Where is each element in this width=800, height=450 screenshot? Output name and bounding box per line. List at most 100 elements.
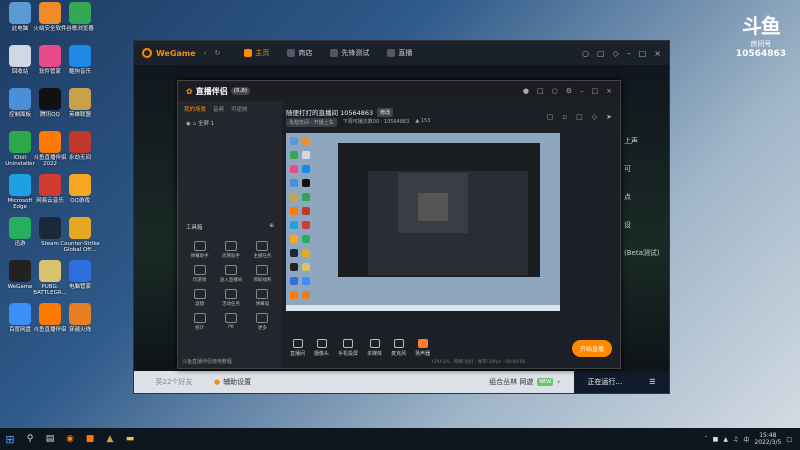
toolbox-item[interactable]: 玩游戏	[184, 265, 215, 283]
toolbox-item[interactable]: 滤镜	[184, 289, 215, 307]
tutorial-link[interactable]: 斗鱼直播伴侣使用教程	[182, 358, 232, 365]
douyu-room-badge: 斗鱼 房间号 10564863	[736, 10, 786, 59]
baidu-netdisk-icon	[9, 303, 31, 325]
desktop-shortcut[interactable]: 电脑管家	[60, 260, 100, 290]
assist-settings-button[interactable]: ● 辅助设置	[214, 377, 251, 387]
desktop-shortcut[interactable]: 谷歌浏览器	[60, 2, 100, 32]
toolbox-item[interactable]: 房管助手	[215, 241, 246, 259]
desktop-shortcut[interactable]: 酷狗音乐	[60, 45, 100, 75]
tab-effects[interactable]: 可逆效	[231, 105, 248, 113]
notification-icon[interactable]: □	[786, 436, 792, 443]
volume-icon[interactable]: ♫	[733, 436, 738, 443]
maximize-icon[interactable]: □	[592, 87, 599, 95]
menu-icon[interactable]: ☰	[649, 378, 655, 386]
toolbox-item[interactable]: 更多	[247, 313, 278, 331]
filter-icon	[193, 289, 206, 299]
stream-preview[interactable]	[286, 133, 560, 311]
recycle-bin-icon	[9, 45, 31, 67]
share-icon[interactable]: ➤	[606, 113, 612, 121]
shield-icon[interactable]: ○	[582, 49, 589, 58]
toolbox-item[interactable]: 弹幕墙	[247, 289, 278, 307]
maximize-icon[interactable]: □	[639, 49, 647, 58]
skin-icon[interactable]: ○	[552, 87, 558, 95]
douyu-taskbar-icon[interactable]: ■	[80, 428, 100, 450]
toolbox-item[interactable]: 活动任务	[215, 289, 246, 307]
go-live-button[interactable]: 开始直播	[571, 339, 612, 357]
camera-icon	[316, 339, 327, 348]
desktop-shortcut[interactable]: 穿越火线	[60, 303, 100, 333]
lock-icon[interactable]: ▫	[193, 121, 197, 127]
lock-icon[interactable]: ▫	[562, 113, 567, 121]
preview-steam-icon	[290, 249, 298, 257]
hotness: ▲ 153	[415, 118, 430, 127]
tab-scenes[interactable]: 我的场景	[184, 105, 206, 113]
control-button[interactable]: 直播间	[290, 339, 305, 357]
wegame-side-text: 上声 可 点 设 (Beta测试)	[624, 136, 660, 276]
control-button[interactable]: 麦克风	[391, 339, 406, 357]
close-icon[interactable]: ×	[606, 87, 612, 95]
eye-icon[interactable]: ◉	[186, 121, 191, 127]
tab-live[interactable]: 直播	[381, 45, 418, 61]
gift-icon[interactable]: ▢	[597, 49, 605, 58]
message-icon[interactable]: □	[537, 87, 544, 95]
netease-music-icon	[39, 174, 61, 196]
toolbox-expand-icon[interactable]: ⊕	[269, 223, 274, 231]
category-selector[interactable]: 永劫无间 · 开播上车	[286, 118, 337, 127]
control-button-label: 手机投屏	[338, 351, 359, 357]
control-button[interactable]: 多媒体	[367, 339, 382, 357]
toolbox-item[interactable]: 弹幕助手	[184, 241, 215, 259]
task-view-icon[interactable]: ▤	[40, 428, 60, 450]
minimize-icon[interactable]: –	[627, 49, 631, 58]
search-icon[interactable]: ⚲	[20, 428, 40, 450]
desktop-shortcut[interactable]: QQ游戏	[60, 174, 100, 204]
tab-audio[interactable]: 音频	[213, 105, 224, 113]
avatar[interactable]: ●	[523, 87, 529, 95]
qq-game-icon	[69, 174, 91, 196]
minimize-icon[interactable]: –	[580, 87, 584, 95]
toolbox-item[interactable]: 领取福利	[247, 265, 278, 283]
desktop-shortcut[interactable]: Counter-Strike Global Off...	[60, 217, 100, 253]
bell-icon[interactable]: ◇	[592, 113, 597, 121]
wegame-taskbar-icon[interactable]: ◉	[60, 428, 80, 450]
close-icon[interactable]: ×	[654, 49, 661, 58]
control-button[interactable]: 扬声器	[415, 339, 430, 357]
preview-shield-fire-icon	[302, 137, 310, 145]
desktop-shortcut[interactable]: 英雄联盟	[60, 88, 100, 118]
ime-icon[interactable]: 中	[743, 435, 749, 444]
qq-icon	[39, 88, 61, 110]
fullscreen-icon[interactable]: □	[576, 113, 583, 121]
toolbox-item[interactable]: 主播任务	[247, 241, 278, 259]
current-game[interactable]: 组合丛林 网遊 NEW ›	[489, 377, 560, 387]
explorer-taskbar-icon[interactable]: ▬	[120, 428, 140, 450]
tab-home[interactable]: 主页	[238, 45, 275, 61]
start-icon[interactable]: ⊞	[0, 428, 20, 450]
friends-button[interactable]: 英22个好友	[134, 377, 214, 387]
running-status[interactable]: 正在运行... ☰	[574, 371, 669, 393]
tray-app-icon[interactable]: ■	[713, 436, 719, 443]
bell-icon[interactable]: ◇	[613, 49, 619, 58]
toolbox-header: 工具箱 ⊕	[186, 223, 274, 231]
toolbox-item[interactable]: PK	[215, 313, 246, 331]
back-icon[interactable]: ‹	[204, 49, 207, 57]
control-button[interactable]: 摄像头	[314, 339, 329, 357]
chevron-up-icon[interactable]: ˆ	[705, 436, 708, 443]
settings-icon[interactable]: ⚙	[566, 87, 572, 95]
control-button[interactable]: 手机投屏	[338, 339, 358, 357]
scene-item[interactable]: ◉ ▫ 全屏 1	[178, 117, 282, 129]
phone-cast-icon	[343, 339, 354, 348]
refresh-icon[interactable]: ↻	[215, 49, 221, 57]
toolbox-item[interactable]: 统计	[184, 313, 215, 331]
preview-control-panel-icon	[290, 179, 298, 187]
tab-store[interactable]: 商店	[281, 45, 318, 61]
douyu-companion-icon	[39, 131, 61, 153]
tab-test[interactable]: 先锋测试	[324, 45, 375, 61]
gift-icon[interactable]: ▢	[547, 113, 554, 121]
toolbox-item[interactable]: 送入直播间	[215, 265, 246, 283]
edit-title-button[interactable]: 修改	[377, 107, 394, 117]
game-taskbar-icon[interactable]: ▲	[100, 428, 120, 450]
network-icon[interactable]: ▲	[723, 436, 728, 443]
companion-titlebar: ✿ 直播伴侣 (5.0) ● □ ○ ⚙ – □ ×	[178, 81, 620, 101]
clock[interactable]: 15:48 2022/3/5	[754, 432, 781, 446]
desktop-shortcut[interactable]: 永劫无间	[60, 131, 100, 161]
companion-brand-text: 直播伴侣	[195, 86, 228, 96]
